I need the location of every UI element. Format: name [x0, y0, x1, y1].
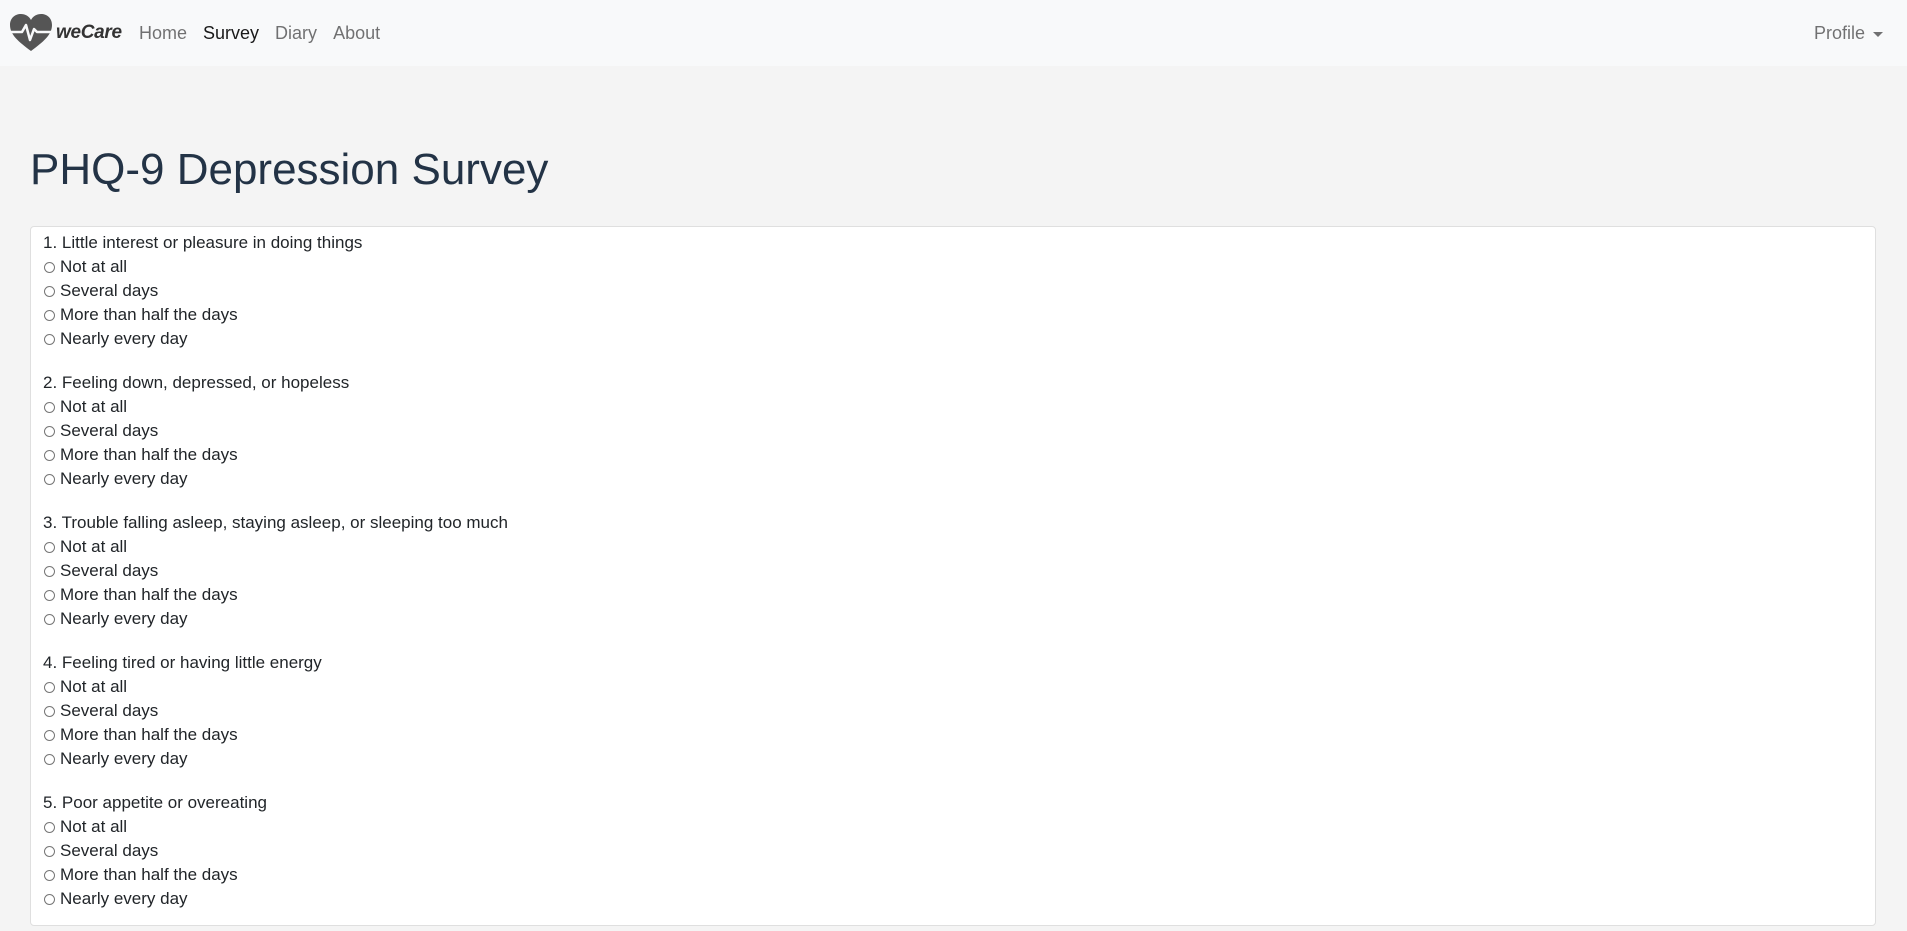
answer-option[interactable]: Several days	[43, 279, 508, 303]
nav-links: Home Survey Diary About	[131, 0, 388, 66]
nav-about[interactable]: About	[325, 23, 388, 44]
survey-question: 4. Feeling tired or having little energy…	[43, 651, 508, 771]
answer-option[interactable]: More than half the days	[43, 303, 508, 327]
survey-question: 2. Feeling down, depressed, or hopeless N…	[43, 371, 508, 491]
radio-button[interactable]	[44, 541, 55, 553]
radio-button[interactable]	[44, 261, 55, 273]
radio-button[interactable]	[44, 845, 55, 857]
answer-option-label: Nearly every day	[60, 469, 188, 488]
answer-option-label: Several days	[60, 701, 159, 720]
answer-option-label: More than half the days	[60, 725, 238, 744]
brand-logo[interactable]: weCare	[9, 13, 122, 53]
question-text: 2. Feeling down, depressed, or hopeless	[43, 373, 350, 392]
radio-button[interactable]	[44, 869, 55, 881]
radio-button[interactable]	[44, 425, 55, 437]
answer-option-label: More than half the days	[60, 305, 238, 324]
radio-button[interactable]	[44, 589, 55, 601]
answer-option[interactable]: Several days	[43, 699, 508, 723]
radio-button[interactable]	[44, 729, 55, 741]
answer-option-label: Not at all	[60, 537, 128, 556]
answer-option[interactable]: More than half the days	[43, 443, 508, 467]
answer-option-label: Not at all	[60, 817, 128, 836]
radio-button[interactable]	[44, 309, 55, 321]
radio-button[interactable]	[44, 705, 55, 717]
answer-option-label: Several days	[60, 841, 159, 860]
answer-option[interactable]: Not at all	[43, 815, 508, 839]
profile-label: Profile	[1813, 22, 1865, 43]
answer-option-label: Nearly every day	[60, 329, 188, 348]
radio-button[interactable]	[44, 821, 55, 833]
answer-option-label: Nearly every day	[60, 889, 188, 908]
radio-button[interactable]	[44, 565, 55, 577]
radio-button[interactable]	[44, 613, 55, 625]
radio-button[interactable]	[44, 681, 55, 693]
caret-down-icon	[1873, 31, 1883, 37]
survey-question: 5. Poor appetite or overeating Not at all…	[43, 791, 508, 911]
answer-option-label: Several days	[60, 281, 159, 300]
brand-name: weCare	[56, 22, 122, 43]
answer-option-label: Not at all	[60, 677, 128, 696]
answer-option-label: Nearly every day	[60, 749, 188, 768]
answer-option[interactable]: Not at all	[43, 255, 508, 279]
answer-option[interactable]: Nearly every day	[43, 327, 508, 351]
answer-option[interactable]: More than half the days	[43, 863, 508, 887]
survey-question: 1. Little interest or pleasure in doing …	[43, 231, 508, 351]
nav-home[interactable]: Home	[131, 23, 195, 44]
answer-option[interactable]: Several days	[43, 839, 508, 863]
answer-option-label: Nearly every day	[60, 609, 188, 628]
survey-question: 3. Trouble falling asleep, staying aslee…	[43, 511, 508, 631]
answer-option-label: More than half the days	[60, 585, 238, 604]
question-list: 1. Little interest or pleasure in doing …	[43, 231, 508, 931]
radio-button[interactable]	[44, 333, 55, 345]
answer-option[interactable]: Nearly every day	[43, 607, 508, 631]
nav-survey[interactable]: Survey	[195, 23, 267, 44]
nav-diary[interactable]: Diary	[267, 23, 325, 44]
answer-option-label: More than half the days	[60, 865, 238, 884]
radio-button[interactable]	[44, 473, 55, 485]
question-text: 5. Poor appetite or overeating	[43, 793, 267, 812]
question-text: 3. Trouble falling asleep, staying aslee…	[43, 513, 508, 532]
profile-dropdown[interactable]: Profile	[1814, 0, 1883, 66]
question-text: 1. Little interest or pleasure in doing …	[43, 233, 363, 252]
answer-option[interactable]: Nearly every day	[43, 747, 508, 771]
top-navbar: weCare Home Survey Diary About Profile	[0, 0, 1907, 66]
answer-option-label: Several days	[60, 421, 159, 440]
radio-button[interactable]	[44, 449, 55, 461]
answer-option[interactable]: More than half the days	[43, 583, 508, 607]
answer-option[interactable]: Not at all	[43, 675, 508, 699]
answer-option-label: More than half the days	[60, 445, 238, 464]
answer-option[interactable]: Several days	[43, 559, 508, 583]
answer-option[interactable]: Not at all	[43, 535, 508, 559]
heart-pulse-icon	[9, 14, 53, 51]
question-text: 4. Feeling tired or having little energy	[43, 653, 322, 672]
radio-button[interactable]	[44, 285, 55, 297]
answer-option-label: Not at all	[60, 257, 128, 276]
radio-button[interactable]	[44, 401, 55, 413]
page-title: PHQ-9 Depression Survey	[30, 145, 549, 194]
answer-option[interactable]: Several days	[43, 419, 508, 443]
answer-option[interactable]: Not at all	[43, 395, 508, 419]
answer-option[interactable]: Nearly every day	[43, 467, 508, 491]
radio-button[interactable]	[44, 893, 55, 905]
answer-option[interactable]: More than half the days	[43, 723, 508, 747]
answer-option-label: Not at all	[60, 397, 128, 416]
survey-card: 1. Little interest or pleasure in doing …	[30, 226, 1876, 926]
answer-option-label: Several days	[60, 561, 159, 580]
answer-option[interactable]: Nearly every day	[43, 887, 508, 911]
radio-button[interactable]	[44, 753, 55, 765]
